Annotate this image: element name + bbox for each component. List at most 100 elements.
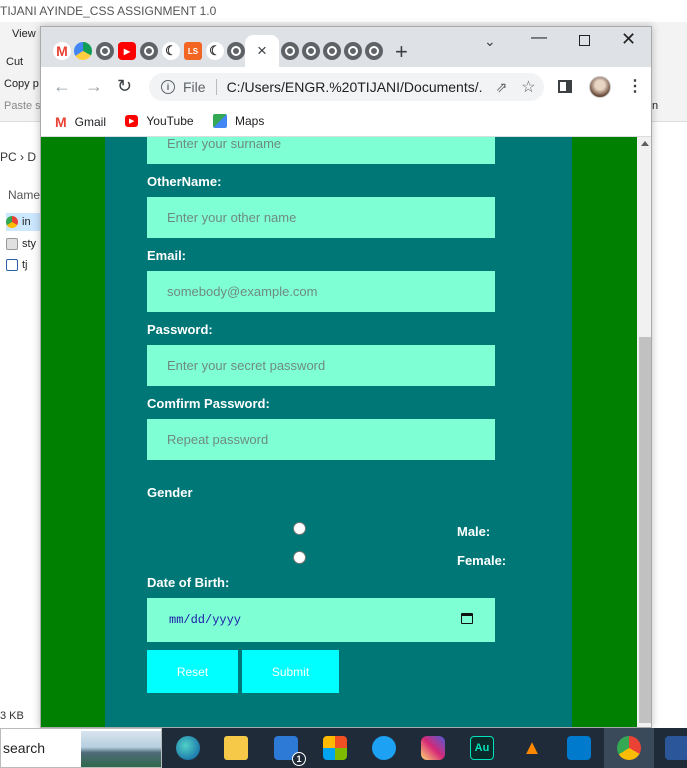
submit-button[interactable]: Submit — [242, 650, 339, 693]
tab-strip: M ▶ ☾ LS ☾ × + ⌄ — ✕ — [41, 27, 651, 67]
forward-arrow-icon[interactable]: → — [85, 76, 103, 97]
scrollbar-thumb[interactable] — [639, 337, 651, 723]
othername-input[interactable] — [147, 197, 495, 238]
password-input[interactable] — [147, 345, 495, 386]
maximize-button[interactable] — [579, 35, 590, 46]
bookmark-gmail[interactable]: M Gmail — [55, 114, 106, 130]
moon-tab-icon[interactable]: ☾ — [162, 42, 180, 60]
tab-search-icon[interactable]: ⌄ — [484, 33, 496, 50]
chrome-icon[interactable] — [617, 736, 641, 760]
file-row-index[interactable]: in — [6, 213, 40, 231]
female-radio[interactable] — [293, 551, 306, 564]
bookmark-label: YouTube — [146, 114, 194, 128]
globe-tab-icon[interactable] — [302, 42, 320, 60]
email-label: Email: — [147, 248, 187, 263]
globe-tab-icon[interactable] — [365, 42, 383, 60]
back-arrow-icon[interactable]: ← — [53, 76, 71, 97]
globe-tab-icon[interactable] — [344, 42, 362, 60]
othername-label: OtherName: — [147, 174, 222, 189]
css-file-icon — [6, 238, 18, 250]
calendar-icon[interactable] — [461, 613, 473, 624]
gmail-tab-icon[interactable]: M — [53, 42, 71, 60]
reload-icon[interactable]: ↻ — [117, 76, 132, 97]
youtube-tab-icon[interactable]: ▶ — [118, 42, 136, 60]
ribbon-view-tab[interactable]: View — [12, 28, 36, 40]
name-column-header[interactable]: Name — [8, 188, 40, 202]
more-menu-icon[interactable]: ⋮ — [627, 76, 643, 96]
bookmark-label: Gmail — [74, 115, 107, 129]
share-icon[interactable]: ⇗ — [496, 79, 508, 96]
bookmark-star-icon[interactable]: ☆ — [521, 77, 535, 97]
search-label: search — [3, 740, 46, 756]
explorer-title: TIJANI AYINDE_CSS ASSIGNMENT 1.0 — [0, 4, 217, 18]
browser-toolbar: ← → ↻ i File C:/Users/ENGR.%20TIJANI/Doc… — [41, 67, 651, 107]
mail-icon[interactable]: 1 — [274, 736, 306, 766]
youtube-icon: ▶ — [125, 115, 139, 127]
chrome-window: M ▶ ☾ LS ☾ × + ⌄ — ✕ ← → ↻ i File C:/Use… — [40, 26, 652, 728]
file-name: tj — [22, 259, 28, 271]
explorer-status-size: 3 KB — [0, 710, 24, 722]
side-panel-icon[interactable] — [558, 80, 572, 93]
explorer-breadcrumb[interactable]: PC › D — [0, 150, 36, 164]
date-placeholder: mm/dd/yyyy — [169, 613, 242, 627]
moon-tab-icon[interactable]: ☾ — [206, 42, 224, 60]
surname-input[interactable] — [147, 137, 495, 164]
globe-tab-icon[interactable] — [96, 42, 114, 60]
globe-tab-icon[interactable] — [281, 42, 299, 60]
word-icon[interactable] — [665, 736, 687, 760]
google-drive-tab-icon[interactable] — [74, 42, 92, 60]
profile-avatar[interactable] — [589, 76, 611, 98]
bookmark-label: Maps — [235, 114, 265, 128]
gender-label: Gender — [147, 485, 193, 500]
ribbon-paste-shortcut-button[interactable]: Paste s — [4, 100, 41, 112]
dob-label: Date of Birth: — [147, 575, 230, 590]
page-scrollbar[interactable] — [637, 137, 651, 727]
new-tab-button[interactable]: + — [395, 39, 408, 65]
audition-icon[interactable]: Au — [470, 736, 494, 760]
globe-tab-icon[interactable] — [323, 42, 341, 60]
address-bar[interactable]: i File C:/Users/ENGR.%20TIJANI/Documents… — [149, 73, 544, 101]
active-tab[interactable]: × — [245, 35, 279, 67]
store-icon[interactable] — [323, 736, 347, 760]
globe-tab-icon[interactable] — [140, 42, 158, 60]
info-icon[interactable]: i — [161, 80, 175, 94]
file-name: sty — [22, 238, 37, 250]
url-scheme-label: File — [183, 79, 206, 95]
close-window-button[interactable]: ✕ — [621, 29, 636, 50]
file-row-style[interactable]: sty — [6, 235, 40, 253]
date-of-birth-input[interactable]: mm/dd/yyyy — [147, 598, 495, 642]
ribbon-copy-path-button[interactable]: Copy p — [4, 78, 39, 90]
reset-button[interactable]: Reset — [147, 650, 238, 693]
bookmark-youtube[interactable]: ▶ YouTube — [125, 114, 194, 128]
ribbon-cut-button[interactable]: Cut — [6, 56, 23, 68]
email-input[interactable] — [147, 271, 495, 312]
file-explorer-icon[interactable] — [224, 736, 248, 760]
omnibox-divider — [215, 79, 217, 95]
file-name: in — [22, 216, 31, 228]
bookmarks-bar: M Gmail ▶ YouTube Maps — [41, 107, 651, 137]
male-radio[interactable] — [293, 522, 306, 535]
globe-tab-icon[interactable] — [227, 42, 245, 60]
male-radio-label: Male: — [457, 524, 491, 539]
female-radio-label: Female: — [457, 553, 507, 568]
registration-form: OtherName: Email: Password: Comfirm Pass… — [105, 137, 572, 727]
confirm-password-input[interactable] — [147, 419, 495, 460]
ls-tab-icon[interactable]: LS — [184, 42, 202, 60]
close-tab-icon[interactable]: × — [257, 41, 267, 61]
search-highlight-image — [81, 731, 161, 767]
url-text[interactable]: C:/Users/ENGR.%20TIJANI/Documents/... — [227, 79, 482, 95]
edge-icon[interactable] — [176, 736, 200, 760]
windows-taskbar: search 1 Au ▲ — [0, 728, 687, 768]
file-row-tj[interactable]: tj — [6, 256, 40, 274]
instagram-icon[interactable] — [421, 736, 445, 760]
vscode-icon[interactable] — [567, 736, 591, 760]
taskbar-search-box[interactable]: search — [0, 728, 162, 768]
vlc-icon[interactable]: ▲ — [520, 736, 544, 760]
scroll-up-arrow-icon[interactable] — [641, 141, 649, 146]
maps-icon — [213, 114, 227, 128]
ribbon-text-fragment: n — [652, 100, 659, 112]
twitter-icon[interactable] — [372, 736, 396, 760]
minimize-button[interactable]: — — [531, 29, 547, 47]
chrome-html-icon — [6, 216, 18, 228]
bookmark-maps[interactable]: Maps — [213, 114, 264, 128]
